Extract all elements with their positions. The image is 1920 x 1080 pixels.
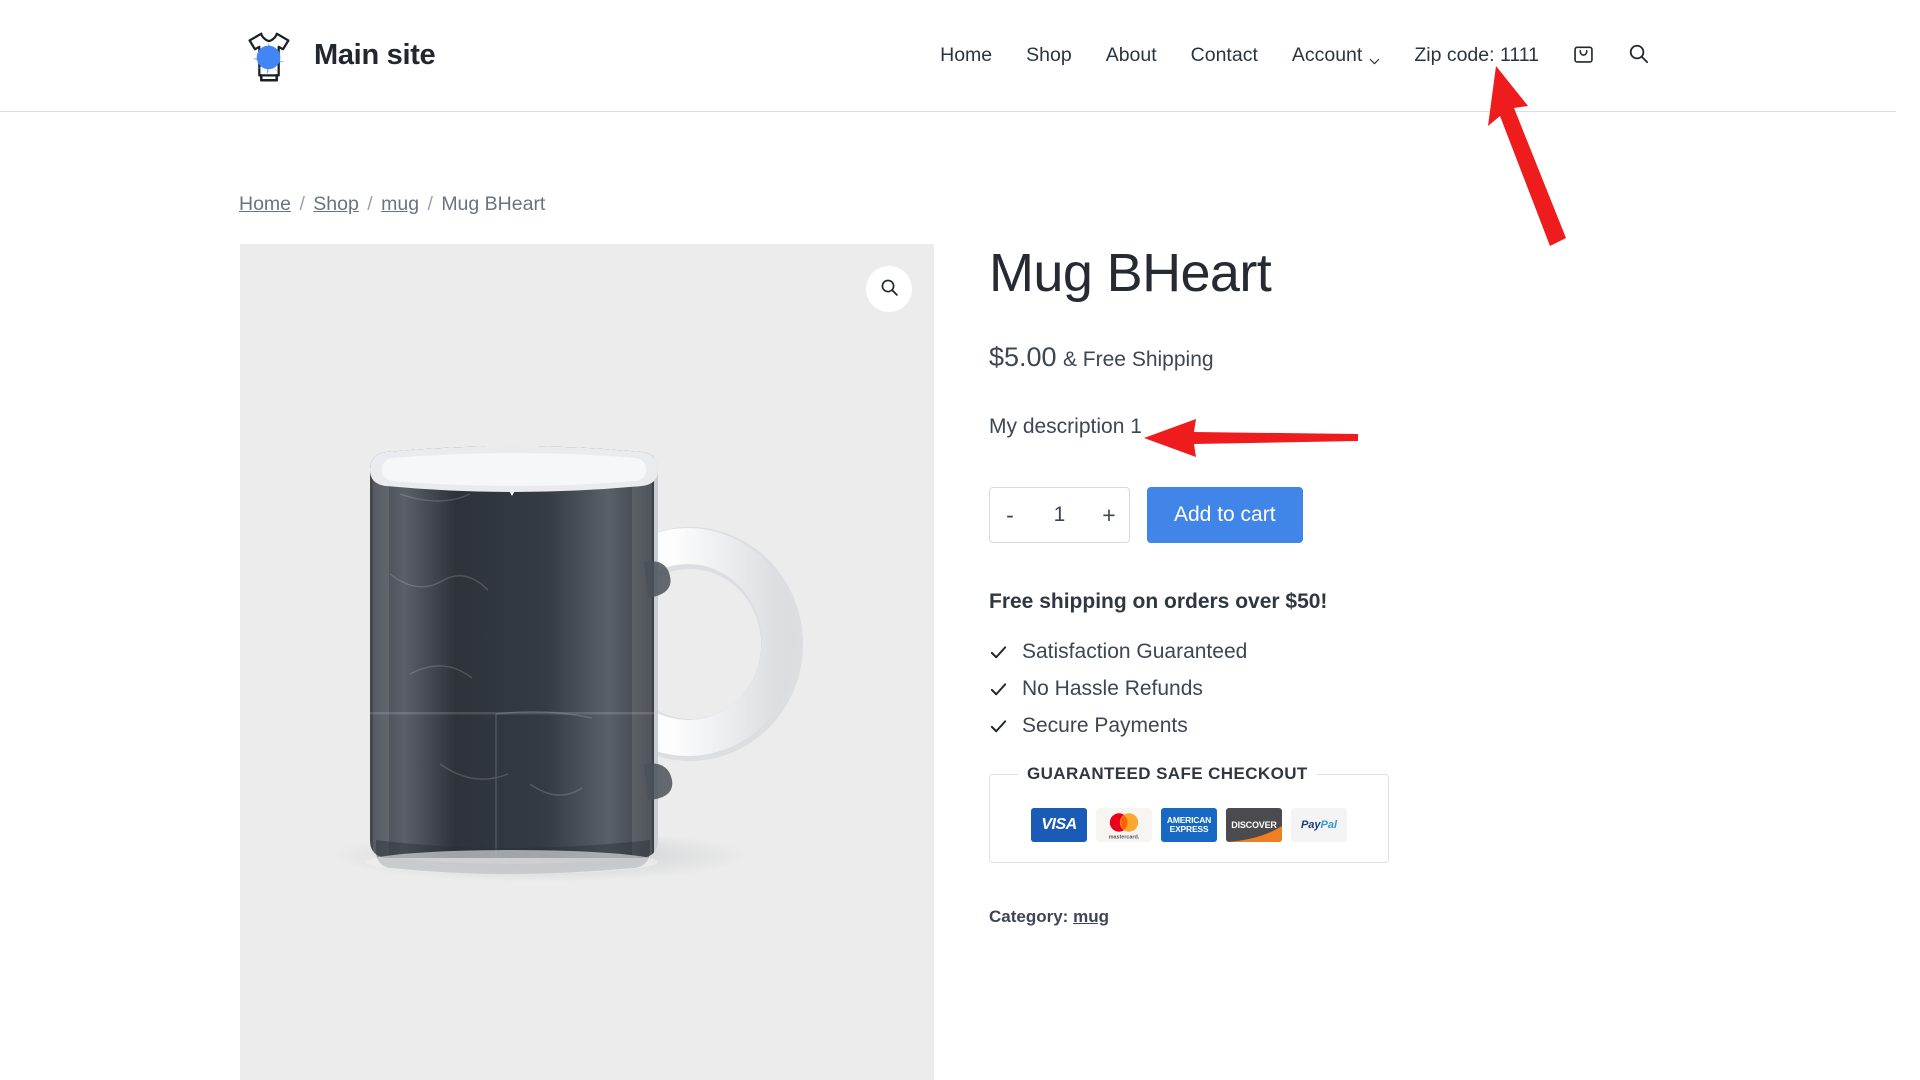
product-category: Category: mug (989, 907, 1689, 927)
shopping-bag-icon (1572, 42, 1595, 70)
product-gallery[interactable] (240, 244, 934, 1080)
add-to-cart-form: - + Add to cart (989, 487, 1689, 544)
checkout-box-title: GUARANTEED SAFE CHECKOUT (1018, 764, 1317, 785)
nav-item-about-label: About (1105, 44, 1157, 66)
site-logo-link[interactable]: Main site (238, 25, 436, 87)
image-zoom-button[interactable] (866, 266, 912, 312)
product-price-suffix: & Free Shipping (1062, 348, 1214, 372)
paypal-label-2: Pal (1320, 819, 1338, 832)
visa-icon: VISA (1031, 808, 1087, 843)
breadcrumb-separator: / (299, 193, 305, 215)
list-item: No Hassle Refunds (989, 677, 1689, 701)
paypal-icon: Pay Pal (1291, 808, 1347, 843)
chevron-down-icon (1369, 50, 1380, 65)
breadcrumb-item-current: Mug BHeart (441, 193, 546, 215)
product-image (240, 244, 934, 1080)
product-summary: Mug BHeart $5.00 & Free Shipping My desc… (989, 243, 1689, 927)
nav-item-home[interactable]: Home (923, 44, 1009, 67)
tshirt-splatter-logo-icon (238, 25, 300, 87)
american-express-icon: AMERICAN EXPRESS (1161, 808, 1217, 843)
discover-icon: DISCOVER (1226, 808, 1282, 843)
nav-item-account-label: Account (1291, 44, 1363, 66)
breadcrumb-item-mug[interactable]: mug (381, 193, 419, 215)
add-to-cart-button[interactable]: Add to cart (1147, 487, 1303, 544)
site-header: Main site Home Shop About Contact Accoun… (0, 0, 1896, 112)
svg-text:mastercard.: mastercard. (1109, 835, 1140, 841)
zip-code-display: Zip code: 1111 (1414, 44, 1539, 66)
quantity-increment-button[interactable]: + (1089, 488, 1129, 542)
brand-name: Main site (314, 39, 436, 71)
cart-button[interactable] (1556, 42, 1611, 70)
check-icon (989, 680, 1008, 699)
quantity-decrement-button[interactable]: - (990, 488, 1030, 542)
nav-item-account[interactable]: Account (1275, 44, 1397, 67)
feature-label: No Hassle Refunds (1022, 677, 1203, 701)
nav-item-contact-label: Contact (1190, 44, 1258, 66)
nav-item-shop[interactable]: Shop (1009, 44, 1089, 67)
mastercard-icon: mastercard. (1096, 808, 1152, 843)
search-icon (1627, 42, 1650, 70)
category-link[interactable]: mug (1073, 907, 1109, 926)
product-short-description: My description 1 (989, 415, 1142, 439)
amex-label-bottom: EXPRESS (1169, 824, 1209, 835)
nav-item-about[interactable]: About (1089, 44, 1174, 67)
main-navigation: Home Shop About Contact Account Zip code… (923, 42, 1666, 70)
visa-label: VISA (1041, 816, 1077, 834)
product-price-row: $5.00 & Free Shipping (989, 342, 1689, 373)
breadcrumb-separator: / (427, 193, 433, 215)
check-icon (989, 717, 1008, 736)
page-title: Mug BHeart (989, 243, 1272, 303)
product-page: Main site Home Shop About Contact Accoun… (0, 0, 1920, 1080)
nav-item-shop-label: Shop (1026, 44, 1072, 66)
magnifier-icon (879, 277, 900, 301)
feature-label: Secure Payments (1022, 714, 1188, 738)
paypal-label-1: Pay (1300, 819, 1321, 832)
quantity-stepper[interactable]: - + (989, 487, 1130, 544)
check-icon (989, 643, 1008, 662)
breadcrumb-separator: / (367, 193, 373, 215)
nav-item-contact[interactable]: Contact (1174, 44, 1275, 67)
list-item: Secure Payments (989, 714, 1689, 738)
category-label: Category: (989, 907, 1069, 927)
search-button[interactable] (1611, 42, 1666, 70)
guaranteed-safe-checkout-box: GUARANTEED SAFE CHECKOUT VISA mastercard… (989, 764, 1389, 864)
feature-label: Satisfaction Guaranteed (1022, 640, 1248, 664)
product-price: $5.00 (989, 342, 1057, 373)
discover-label: DISCOVER (1231, 820, 1277, 831)
product-feature-list: Satisfaction Guaranteed No Hassle Refund… (989, 640, 1689, 738)
nav-item-home-label: Home (940, 44, 993, 66)
breadcrumb-item-shop[interactable]: Shop (313, 193, 359, 215)
list-item: Satisfaction Guaranteed (989, 640, 1689, 664)
quantity-input[interactable] (1030, 503, 1089, 528)
breadcrumb: Home / Shop / mug / Mug BHeart (239, 193, 545, 216)
free-shipping-note: Free shipping on orders over $50! (989, 590, 1328, 614)
payment-methods: VISA mastercard. AMERICAN EXPRESS DISCOV… (1008, 808, 1370, 843)
breadcrumb-item-home[interactable]: Home (239, 193, 291, 215)
